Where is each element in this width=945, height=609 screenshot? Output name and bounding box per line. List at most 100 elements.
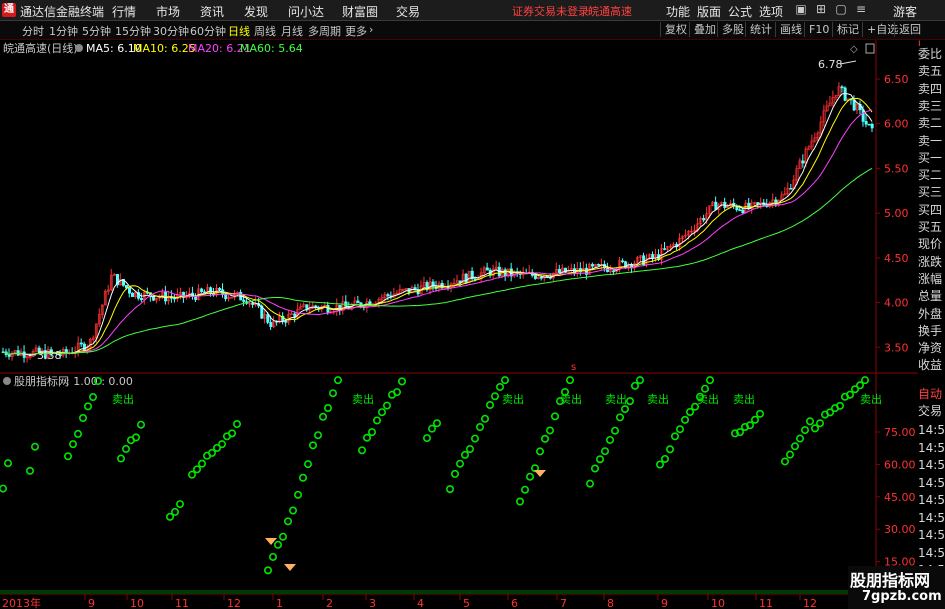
menu-banmian[interactable]: 版面 xyxy=(697,3,721,20)
candle-body xyxy=(242,299,246,302)
menu-icon[interactable]: ≡ xyxy=(853,2,869,17)
menu-gongneng[interactable]: 功能 xyxy=(666,3,690,20)
period-multi[interactable]: 多周期 xyxy=(308,23,341,39)
candle-body xyxy=(200,288,204,293)
quote-item: 现价 xyxy=(918,236,945,254)
candle-body xyxy=(864,121,868,125)
signal-circle xyxy=(655,460,664,469)
candle-body xyxy=(218,288,222,291)
signal-circle xyxy=(500,376,509,385)
signal-circle xyxy=(780,457,789,466)
signal-circle xyxy=(188,470,197,479)
signal-circle xyxy=(79,413,88,422)
signal-circle xyxy=(465,445,474,454)
tool-diejia[interactable]: 叠加 xyxy=(689,22,716,37)
watermark-url: 7gpzb.com xyxy=(862,589,942,604)
ma5-line xyxy=(2,92,873,357)
tool-biaoji[interactable]: 标记 xyxy=(832,22,859,37)
main-panel-settings-icon[interactable] xyxy=(75,44,83,52)
signal-circle xyxy=(397,377,406,386)
menu-faxian[interactable]: 发现 xyxy=(244,3,268,20)
signal-circle xyxy=(278,532,287,541)
signal-circle xyxy=(313,431,322,440)
signal-circle xyxy=(422,434,431,443)
menu-wenxiaoda[interactable]: 问小达 xyxy=(288,3,324,20)
period-daily[interactable]: 日线 xyxy=(228,23,250,39)
tool-fuquan[interactable]: 复权 xyxy=(660,22,687,37)
signal-circle xyxy=(377,408,386,417)
candle-body xyxy=(140,298,144,301)
period-5min[interactable]: 5分钟 xyxy=(82,23,111,39)
tool-zixuan[interactable]: +自选 xyxy=(862,22,898,37)
login-warning[interactable]: 证券交易未登录 xyxy=(512,3,589,19)
period-fenshi[interactable]: 分时 xyxy=(22,23,44,39)
s-marker: s xyxy=(571,362,576,373)
skin-icon[interactable]: ▣ xyxy=(793,2,809,17)
sub-panel-settings-icon[interactable] xyxy=(3,377,11,385)
month-label: 10 xyxy=(130,597,144,609)
sell-signal-label: 卖出 xyxy=(697,392,719,406)
menu-gongshi[interactable]: 公式 xyxy=(728,3,752,20)
signal-circle xyxy=(382,401,391,410)
signal-circle xyxy=(450,469,459,478)
signal-circle xyxy=(64,452,73,461)
signal-circle xyxy=(785,450,794,459)
period-more[interactable]: 更多 xyxy=(345,23,367,39)
tool-f10[interactable]: F10 xyxy=(804,22,829,37)
month-label: 8 xyxy=(607,597,614,609)
window-icon[interactable]: ▢ xyxy=(833,2,849,17)
signal-circle xyxy=(233,420,242,429)
price-tick-label: 4.00 xyxy=(884,297,909,310)
quote-item: 买五 xyxy=(918,219,945,236)
tool-huaxian[interactable]: 画线 xyxy=(775,22,802,37)
signal-circle xyxy=(565,376,574,385)
signal-circle xyxy=(283,517,292,526)
tool-tongji[interactable]: 统计 xyxy=(745,22,772,37)
signal-circle xyxy=(620,405,629,414)
candle-body xyxy=(597,264,601,266)
high-price-label: 6.78 xyxy=(818,58,843,71)
period-15min[interactable]: 15分钟 xyxy=(115,23,151,39)
signal-circle xyxy=(615,413,624,422)
menu-shichang[interactable]: 市场 xyxy=(156,3,180,20)
quote-item: 收益 xyxy=(918,357,945,375)
candle-body xyxy=(533,275,537,279)
signal-circle xyxy=(193,465,202,474)
tile-icon[interactable]: ⊞ xyxy=(813,2,829,17)
quote-item: 涨跌 xyxy=(918,253,945,271)
period-weekly[interactable]: 周线 xyxy=(254,23,276,39)
menu-xuanxiang[interactable]: 选项 xyxy=(759,3,783,20)
menu-caifuquan[interactable]: 财富圈 xyxy=(342,3,378,20)
candle-body xyxy=(266,314,270,323)
app-logo-icon: 通 xyxy=(2,3,16,17)
price-tick-label: 3.50 xyxy=(884,341,909,354)
guest-label[interactable]: 游客 xyxy=(893,3,917,20)
price-tick-label: 4.50 xyxy=(884,252,909,265)
expand-icon[interactable] xyxy=(865,43,875,54)
tool-fanhui[interactable]: 返回 xyxy=(894,22,921,37)
tick-time: 14:56 xyxy=(918,439,945,457)
tool-duogu[interactable]: 多股 xyxy=(717,22,744,37)
ma20-line xyxy=(2,109,873,355)
period-more-chevron-icon[interactable]: › xyxy=(369,23,373,36)
menu-hangqing[interactable]: 行情 xyxy=(112,3,136,20)
period-monthly[interactable]: 月线 xyxy=(281,23,303,39)
menu-zixun[interactable]: 资讯 xyxy=(200,3,224,20)
candle-body xyxy=(651,254,655,259)
quote-item: 卖五 xyxy=(918,63,945,81)
diamond-nav-icon[interactable]: ◇ xyxy=(850,44,858,55)
month-label: 10 xyxy=(711,597,725,609)
quote-item: 买一 xyxy=(918,149,945,167)
tick-time: 14:56 xyxy=(918,474,945,492)
month-label: 5 xyxy=(463,597,470,609)
quote-item: 总量 xyxy=(918,288,945,306)
period-30min[interactable]: 30分钟 xyxy=(153,23,189,39)
signal-circle xyxy=(176,500,185,509)
app-title: 通达信金融终端 xyxy=(20,5,105,19)
kline-chart[interactable]: 皖通高速(日线) MA5: 6.10 MA10: 6.25 MA20: 6.21… xyxy=(0,40,945,609)
quote-item: 买二 xyxy=(918,167,945,185)
period-60min[interactable]: 60分钟 xyxy=(190,23,226,39)
indicator-tick-label: 75.00 xyxy=(884,426,916,439)
menu-jiaoyi[interactable]: 交易 xyxy=(396,3,420,20)
period-1min[interactable]: 1分钟 xyxy=(49,23,78,39)
